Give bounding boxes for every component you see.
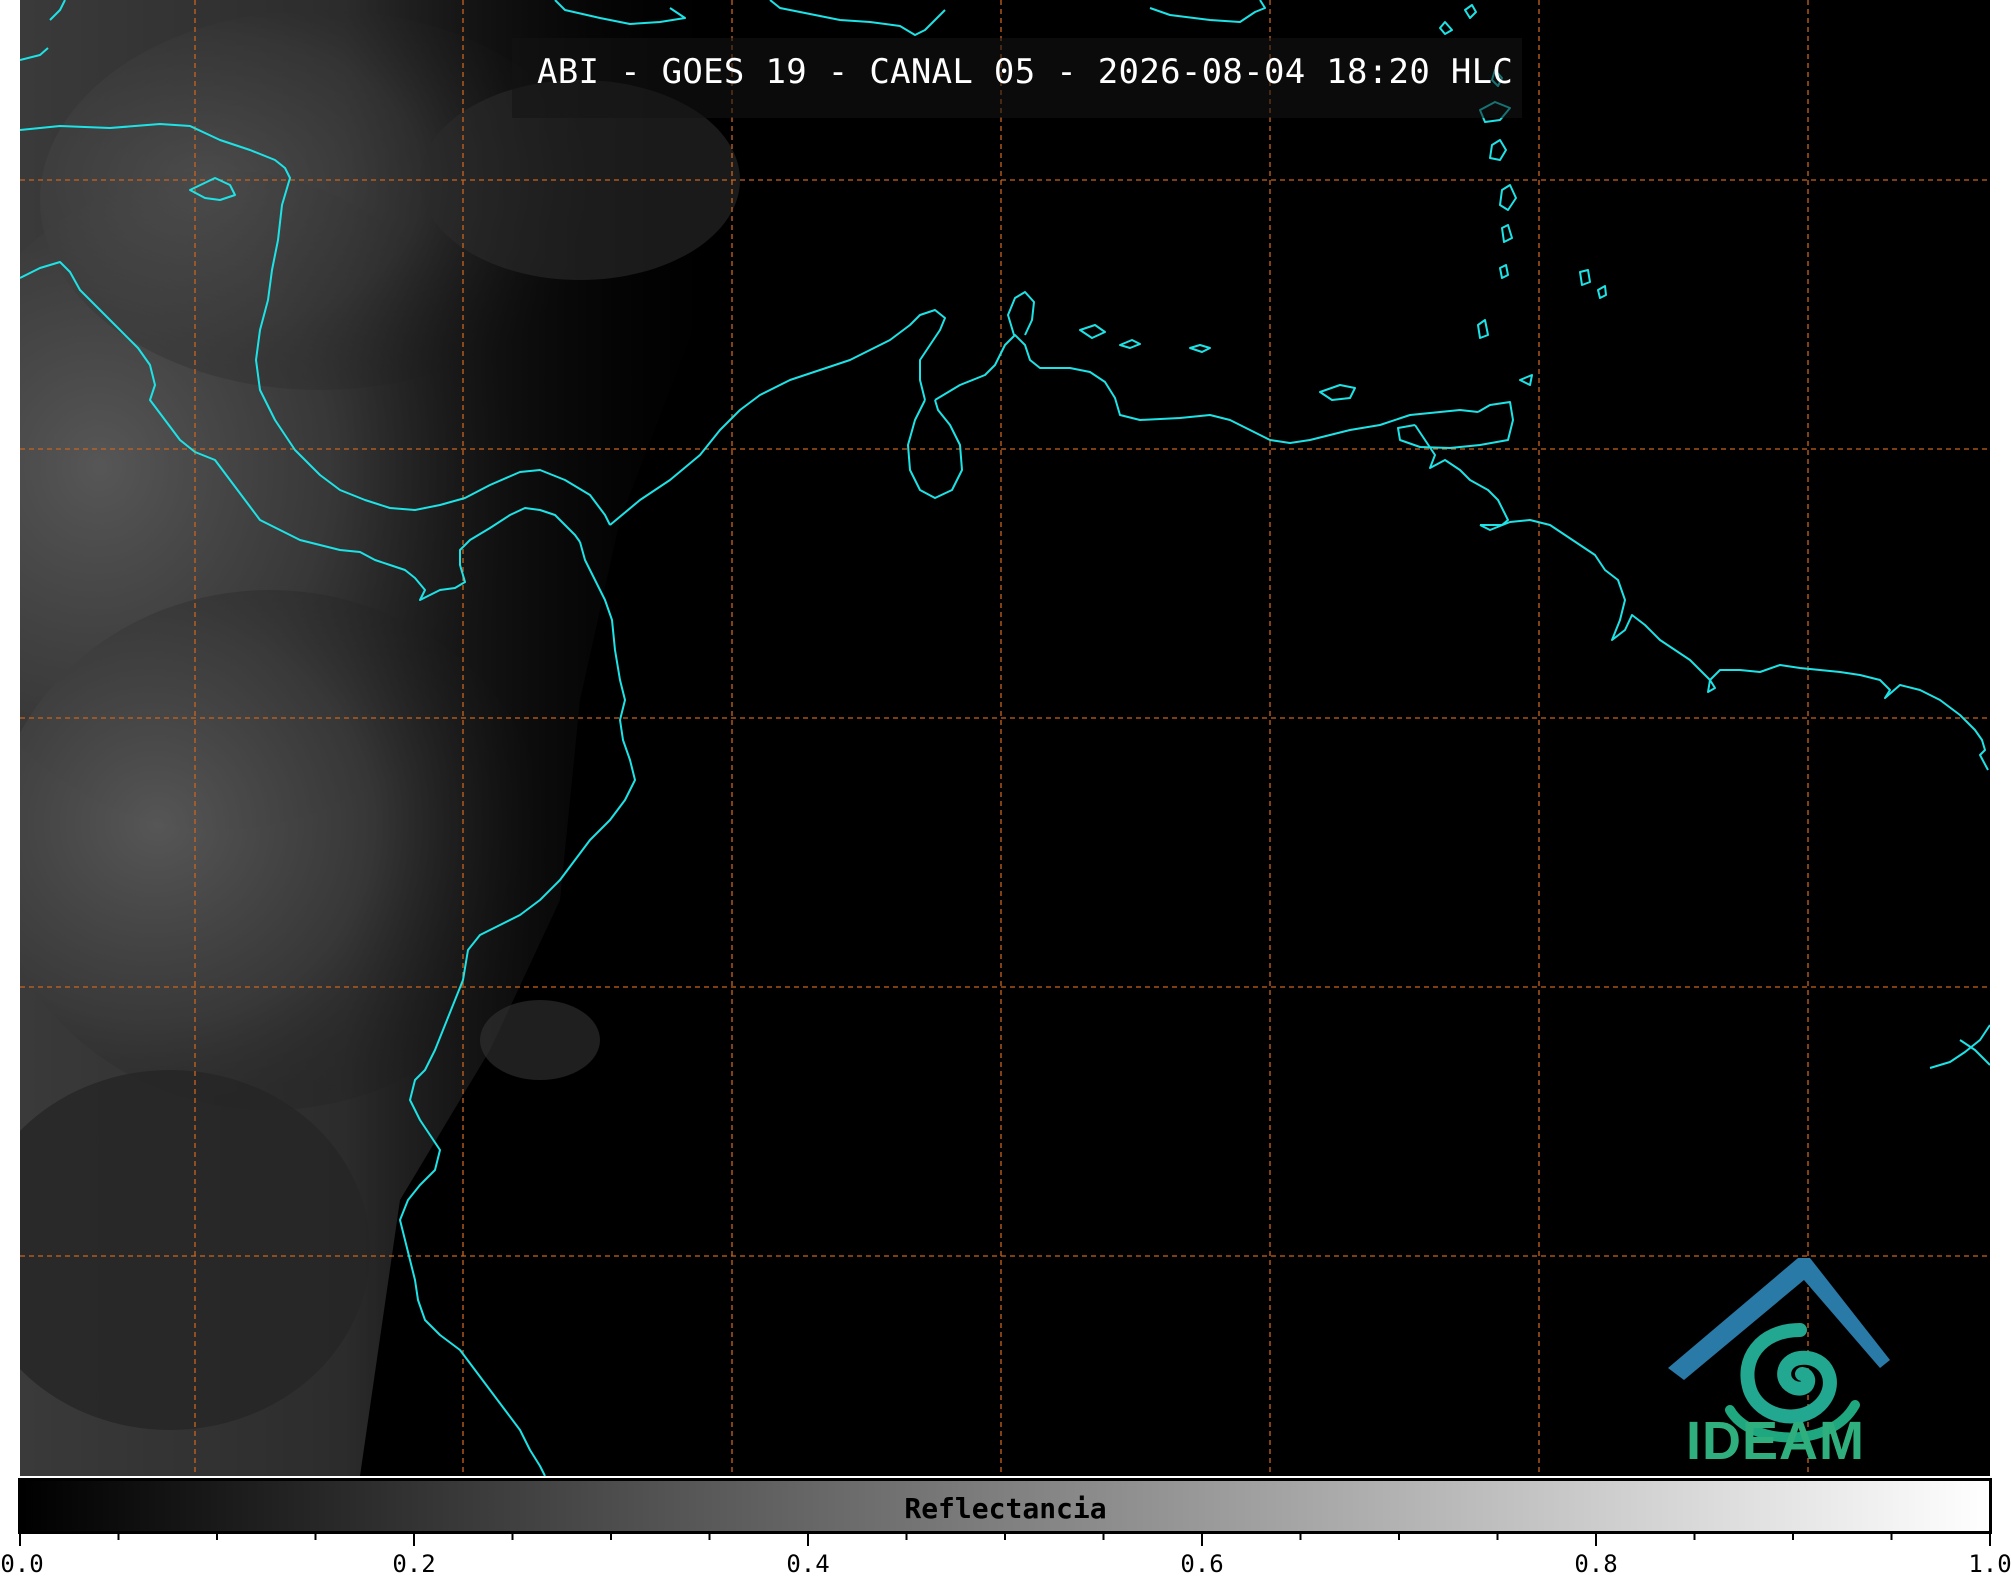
colorbar-tick-label: 1.0 xyxy=(1968,1550,2011,1578)
logo-text: IDEAM xyxy=(1686,1411,1865,1471)
colorbar-tick-label: 0.4 xyxy=(786,1550,830,1578)
cloud-layer xyxy=(20,0,740,1476)
colorbar-tick-label: 0.0 xyxy=(0,1550,44,1578)
colorbar-tick-label: 0.8 xyxy=(1574,1550,1618,1578)
colorbar-tick-label: 0.2 xyxy=(392,1550,436,1578)
colorbar-ticks xyxy=(19,1532,1991,1546)
map-title: ABI - GOES 19 - CANAL 05 - 2026-08-04 18… xyxy=(537,52,1514,92)
colorbar-tick-label: 0.6 xyxy=(1180,1550,1224,1578)
colorbar-label: Reflectancia xyxy=(904,1492,1107,1525)
